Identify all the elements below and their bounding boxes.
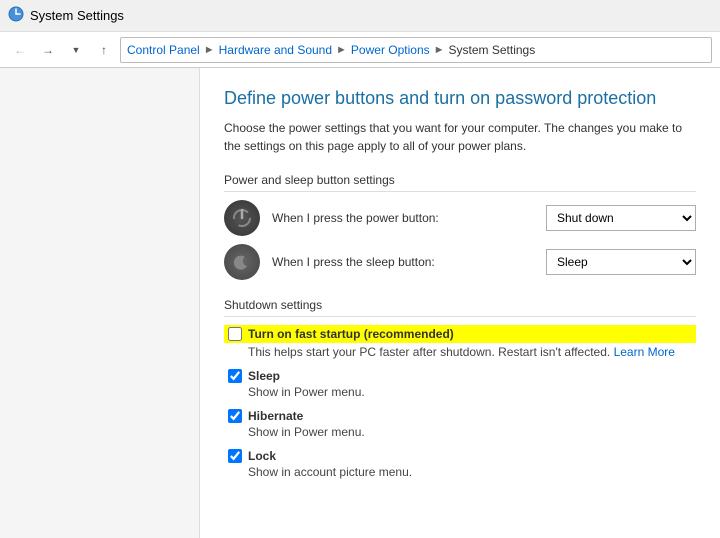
forward-button[interactable]: → <box>36 38 60 62</box>
breadcrumb-current: System Settings <box>449 43 536 57</box>
power-button-dropdown[interactable]: Do nothing Sleep Hibernate Shut down Tur… <box>546 205 696 231</box>
breadcrumb-control-panel[interactable]: Control Panel <box>127 43 200 57</box>
hibernate-item: Hibernate Show in Power menu. <box>224 409 696 439</box>
app-icon <box>8 6 24 25</box>
lock-item: Lock Show in account picture menu. <box>224 449 696 479</box>
breadcrumb-hardware-sound[interactable]: Hardware and Sound <box>219 43 332 57</box>
sleep-button-dropdown[interactable]: Do nothing Sleep Hibernate Shut down Tur… <box>546 249 696 275</box>
page-description: Choose the power settings that you want … <box>224 119 684 155</box>
sleep-button-icon <box>224 244 260 280</box>
breadcrumb: Control Panel ► Hardware and Sound ► Pow… <box>120 37 712 63</box>
sleep-checkbox[interactable] <box>228 369 242 383</box>
shutdown-section-header: Shutdown settings <box>224 298 696 317</box>
shutdown-settings: Shutdown settings Turn on fast startup (… <box>224 298 696 479</box>
breadcrumb-sep-2: ► <box>336 44 347 56</box>
fast-startup-row: Turn on fast startup (recommended) <box>224 325 696 343</box>
hibernate-checkbox[interactable] <box>228 409 242 423</box>
lock-checkbox-row: Lock <box>228 449 696 463</box>
lock-checkbox[interactable] <box>228 449 242 463</box>
address-bar: ← → ▼ ↑ Control Panel ► Hardware and Sou… <box>0 32 720 68</box>
learn-more-link[interactable]: Learn More <box>614 345 675 359</box>
sleep-button-row: When I press the sleep button: Do nothin… <box>224 244 696 280</box>
sleep-item-description: Show in Power menu. <box>248 385 696 399</box>
sleep-checkbox-row: Sleep <box>228 369 696 383</box>
lock-item-description: Show in account picture menu. <box>248 465 696 479</box>
sleep-item-label[interactable]: Sleep <box>248 369 280 383</box>
up-button[interactable]: ↑ <box>92 38 116 62</box>
sidebar <box>0 68 200 538</box>
sleep-button-label: When I press the sleep button: <box>272 255 534 269</box>
hibernate-checkbox-row: Hibernate <box>228 409 696 423</box>
hibernate-item-description: Show in Power menu. <box>248 425 696 439</box>
recent-button[interactable]: ▼ <box>64 38 88 62</box>
fast-startup-checkbox[interactable] <box>228 327 242 341</box>
main-layout: Define power buttons and turn on passwor… <box>0 68 720 538</box>
breadcrumb-sep-3: ► <box>434 44 445 56</box>
power-button-settings: Power and sleep button settings When I p… <box>224 173 696 280</box>
title-bar-text: System Settings <box>30 8 124 23</box>
lock-item-label[interactable]: Lock <box>248 449 276 463</box>
power-section-header: Power and sleep button settings <box>224 173 696 192</box>
breadcrumb-power-options[interactable]: Power Options <box>351 43 430 57</box>
power-button-icon <box>224 200 260 236</box>
power-button-label: When I press the power button: <box>272 211 534 225</box>
page-title: Define power buttons and turn on passwor… <box>224 88 696 109</box>
hibernate-item-label[interactable]: Hibernate <box>248 409 303 423</box>
back-button[interactable]: ← <box>8 38 32 62</box>
sleep-item: Sleep Show in Power menu. <box>224 369 696 399</box>
fast-startup-item: Turn on fast startup (recommended) This … <box>224 325 696 359</box>
breadcrumb-sep-1: ► <box>204 44 215 56</box>
fast-startup-description: This helps start your PC faster after sh… <box>248 345 696 359</box>
power-button-row: When I press the power button: Do nothin… <box>224 200 696 236</box>
content-area: Define power buttons and turn on passwor… <box>200 68 720 538</box>
title-bar: System Settings <box>0 0 720 32</box>
fast-startup-label[interactable]: Turn on fast startup (recommended) <box>248 327 454 341</box>
